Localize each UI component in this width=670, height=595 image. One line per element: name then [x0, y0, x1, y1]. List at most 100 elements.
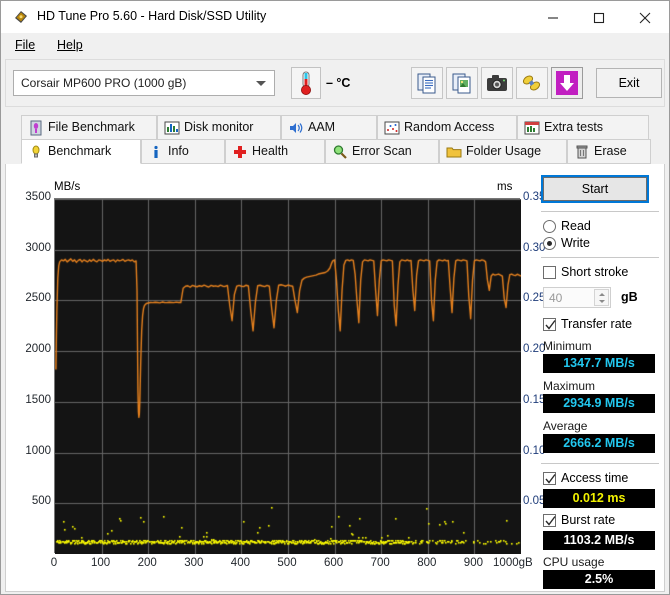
tab-erase-label: Erase — [594, 144, 627, 158]
y-axis-title: MB/s — [54, 181, 81, 193]
tab-benchmark-label: Benchmark — [48, 144, 112, 158]
x-tick-label: 200 — [137, 557, 157, 569]
tab-info[interactable]: Info — [141, 139, 225, 164]
short-stroke-size-input[interactable]: 40 — [543, 287, 611, 308]
chart-canvas — [55, 199, 521, 554]
y-tick-label: 500 — [31, 495, 51, 508]
x-tick-label: 600 — [324, 557, 344, 569]
cpu-usage-label: CPU usage — [543, 555, 605, 569]
access-time-value: 0.012 ms — [543, 489, 655, 508]
tab-health-label: Health — [252, 144, 289, 158]
magnifier-icon — [332, 144, 348, 160]
y-tick-label: 2000 — [25, 343, 51, 356]
options-button[interactable] — [516, 67, 548, 99]
radio-read-label: Read — [561, 219, 591, 233]
average-label: Average — [543, 419, 588, 433]
x-tick-label: 700 — [370, 557, 390, 569]
x-tick-label: 300 — [184, 557, 204, 569]
bar-chart-icon — [164, 120, 180, 136]
y-tick-label: 3500 — [25, 191, 51, 203]
minimum-value: 1347.7 MB/s — [543, 354, 655, 373]
access-time-checkbox-box — [543, 472, 556, 485]
y2-axis-title: ms — [497, 181, 513, 193]
short-stroke-size-value: 40 — [549, 291, 563, 305]
x-tick-label: 800 — [417, 557, 437, 569]
file-benchmark-icon — [28, 120, 44, 136]
radio-write-circle — [543, 237, 556, 250]
red-cross-icon — [232, 144, 248, 160]
tab-disk-monitor[interactable]: Disk monitor — [157, 115, 281, 140]
tab-folder-usage[interactable]: Folder Usage — [439, 139, 567, 164]
tab-file-benchmark[interactable]: File Benchmark — [21, 115, 157, 140]
burst-rate-value: 1103.2 MB/s — [543, 531, 655, 550]
x-tick-label: 0 — [50, 557, 58, 569]
info-icon — [148, 144, 164, 160]
tab-disk-monitor-label: Disk monitor — [184, 120, 254, 134]
short-stroke-label: Short stroke — [561, 265, 629, 279]
copy-text-button[interactable] — [411, 67, 443, 99]
x-tick-label: 100 — [91, 557, 111, 569]
scatter-icon — [384, 120, 400, 136]
y-tick-label: 1000 — [25, 444, 51, 457]
folder-icon — [446, 144, 462, 160]
tab-random-access-label: Random Access — [404, 120, 495, 134]
tab-health[interactable]: Health — [225, 139, 325, 164]
menu-help-label: Help — [57, 38, 83, 52]
close-button[interactable] — [623, 1, 669, 32]
cpu-usage-value: 2.5% — [543, 570, 655, 589]
tab-erase[interactable]: Erase — [567, 139, 651, 164]
menu-item-help[interactable]: Help — [51, 37, 89, 53]
minimize-button[interactable] — [531, 1, 577, 32]
y-axis-ticks: 500 1000 1500 2000 2500 3000 3500 — [15, 191, 51, 553]
x-tick-label: 900 — [463, 557, 483, 569]
trash-icon — [574, 144, 590, 160]
menu-file-label: File — [15, 38, 36, 52]
hdtune-window: HD Tune Pro 5.60 - Hard Disk/SSD Utility… — [0, 0, 670, 595]
transfer-rate-label: Transfer rate — [561, 317, 633, 331]
download-button[interactable] — [551, 67, 583, 99]
tab-extra-tests-label: Extra tests — [544, 120, 604, 134]
tab-error-scan[interactable]: Error Scan — [325, 139, 439, 164]
thermometer-icon — [292, 71, 320, 101]
tab-aam-label: AAM — [308, 120, 336, 134]
short-stroke-unit-label: gB — [621, 290, 638, 304]
radio-read-circle — [543, 220, 556, 233]
maximum-label: Maximum — [543, 379, 596, 393]
x-tick-label: 1000gB — [493, 557, 533, 569]
tab-error-scan-label: Error Scan — [352, 144, 412, 158]
tab-aam[interactable]: AAM — [281, 115, 377, 140]
copy-image-button[interactable] — [446, 67, 478, 99]
tab-benchmark[interactable]: Benchmark — [21, 139, 141, 164]
maximize-button[interactable] — [577, 1, 623, 32]
tab-random-access[interactable]: Random Access — [377, 115, 517, 140]
menu-bar: File Help — [1, 33, 669, 57]
exit-button[interactable]: Exit — [596, 68, 662, 98]
y-tick-label: 3000 — [25, 241, 51, 254]
drive-select-value: Corsair MP600 PRO (1000 gB) — [21, 76, 187, 90]
y-tick-label: 1500 — [25, 393, 51, 406]
speaker-icon — [288, 120, 304, 136]
start-button[interactable]: Start — [541, 175, 649, 203]
tab-extra-tests[interactable]: Extra tests — [517, 115, 649, 140]
chevron-down-icon — [256, 81, 266, 86]
burst-rate-checkbox-box — [543, 514, 556, 527]
drive-select[interactable]: Corsair MP600 PRO (1000 gB) — [13, 70, 275, 96]
access-time-label: Access time — [561, 471, 629, 485]
x-tick-label: 400 — [230, 557, 250, 569]
burst-rate-label: Burst rate — [561, 513, 616, 527]
benchmark-chart: MB/s ms 500 1000 1500 2000 2500 3000 3500 0.05… — [15, 173, 545, 585]
tab-row-top: File Benchmark Disk monitor AAM Random A… — [5, 115, 665, 140]
menu-item-file[interactable]: File — [9, 37, 41, 53]
temperature-button[interactable] — [291, 67, 321, 99]
x-tick-label: 500 — [277, 557, 297, 569]
lightbulb-icon — [28, 144, 44, 160]
toolbar: Corsair MP600 PRO (1000 gB) – °C Exit — [5, 59, 665, 107]
extra-chart-icon — [524, 120, 540, 136]
y-tick-label: 2500 — [25, 292, 51, 305]
screenshot-button[interactable] — [481, 67, 513, 99]
tab-info-label: Info — [168, 144, 189, 158]
spinner-buttons[interactable] — [594, 289, 609, 306]
radio-write-label: Write — [561, 236, 590, 250]
tab-file-benchmark-label: File Benchmark — [48, 120, 135, 134]
title-bar: HD Tune Pro 5.60 - Hard Disk/SSD Utility — [1, 1, 669, 34]
